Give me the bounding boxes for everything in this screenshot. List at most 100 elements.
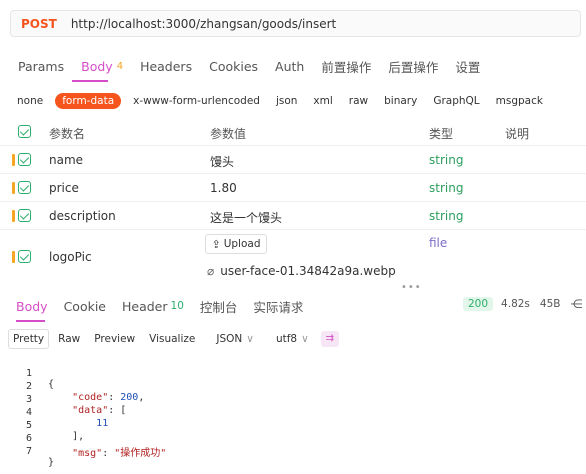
encoding-value: utf8 xyxy=(275,332,298,345)
param-value[interactable]: 馒头 xyxy=(210,153,234,170)
code-line: 7 } xyxy=(0,435,586,468)
tab-label: Cookies xyxy=(209,58,259,74)
tab-label: Headers xyxy=(140,58,193,74)
param-type[interactable]: file xyxy=(429,236,447,250)
row-checkbox[interactable] xyxy=(18,209,31,222)
body-type-none[interactable]: none xyxy=(17,95,43,107)
response-time: 4.82s xyxy=(501,298,530,310)
body-type-json[interactable]: json xyxy=(276,95,297,107)
table-row: description 这是一个馒头 string xyxy=(0,202,586,230)
tab-count-badge: 4 xyxy=(116,60,124,72)
param-value[interactable]: 这是一个馒头 xyxy=(210,209,282,226)
view-visualize[interactable]: Visualize xyxy=(146,330,198,348)
tab-label: Body xyxy=(81,58,113,74)
header-type: 类型 xyxy=(429,127,454,141)
param-type[interactable]: string xyxy=(429,181,463,195)
panel-splitter[interactable]: ••• xyxy=(401,282,422,293)
body-type-form-data[interactable]: form-data xyxy=(55,92,122,109)
code-line: 2 "code": 200, xyxy=(0,370,586,403)
json-key: "msg" xyxy=(72,448,103,459)
body-type-binary[interactable]: binary xyxy=(384,95,417,107)
res-tab-cookie[interactable]: Cookie xyxy=(64,299,106,314)
body-type-raw[interactable]: raw xyxy=(349,95,368,107)
header-value: 参数值 xyxy=(210,127,247,141)
param-key[interactable]: logoPic xyxy=(49,250,92,264)
body-type-graphql[interactable]: GraphQL xyxy=(433,95,479,107)
header-key: 参数名 xyxy=(49,127,86,141)
param-value[interactable]: 1.80 xyxy=(210,181,237,195)
chevron-down-icon: ∨ xyxy=(301,332,309,345)
url-bar[interactable]: POST http://localhost:3000/zhangsan/good… xyxy=(10,10,581,37)
table-row: name 馒头 string xyxy=(0,146,586,174)
uploaded-file[interactable]: ⌀ user-face-01.34842a9a.webp xyxy=(207,264,396,278)
tab-pre-request[interactable]: 前置操作 xyxy=(321,57,371,76)
format-select[interactable]: JSON ∨ xyxy=(216,333,254,345)
param-type[interactable]: string xyxy=(429,209,463,223)
drag-handle[interactable] xyxy=(12,251,15,263)
json-string: "操作成功" xyxy=(114,448,167,459)
param-key[interactable]: description xyxy=(49,209,116,223)
row-checkbox[interactable] xyxy=(18,181,31,194)
tab-post-request[interactable]: 后置操作 xyxy=(388,57,438,76)
tab-label: Header xyxy=(122,298,168,314)
tab-params[interactable]: Params xyxy=(18,59,64,74)
res-tab-actual-request[interactable]: 实际请求 xyxy=(253,297,303,316)
response-tab-indicator xyxy=(16,320,45,322)
row-checkbox[interactable] xyxy=(18,250,31,263)
status-badge: 200 xyxy=(463,297,494,311)
tab-cookies[interactable]: Cookies xyxy=(209,59,258,74)
tab-body[interactable]: Body 4 xyxy=(81,59,123,74)
view-raw[interactable]: Raw xyxy=(55,330,83,348)
param-key[interactable]: price xyxy=(49,181,79,195)
line-number: 7 xyxy=(25,446,32,457)
tab-label: 前置操作 xyxy=(321,59,372,75)
tab-label: Params xyxy=(18,58,65,74)
drag-handle[interactable] xyxy=(12,182,15,194)
header-desc: 说明 xyxy=(505,127,530,141)
res-tab-header[interactable]: Header 10 xyxy=(122,299,184,314)
response-size: 45B xyxy=(539,298,561,310)
response-tabs: Body Cookie Header 10 控制台 实际请求 xyxy=(16,297,319,315)
body-type-urlencoded[interactable]: x-www-form-urlencoded xyxy=(133,95,260,107)
upload-icon: ⇪ xyxy=(211,237,221,251)
chevron-down-icon: ∨ xyxy=(246,332,254,345)
drag-handle[interactable] xyxy=(12,210,15,222)
select-all-checkbox[interactable] xyxy=(18,125,31,138)
code-line: 5 ], xyxy=(0,409,586,442)
tab-auth[interactable]: Auth xyxy=(275,59,304,74)
tab-headers[interactable]: Headers xyxy=(140,59,192,74)
code-line: 3 "data": [ xyxy=(0,383,586,416)
wrap-lines-icon[interactable]: ⇉ xyxy=(320,330,339,347)
drag-handle[interactable] xyxy=(12,154,15,166)
url-input[interactable]: http://localhost:3000/zhangsan/goods/ins… xyxy=(71,17,336,31)
res-tab-console[interactable]: 控制台 xyxy=(200,297,238,316)
res-tab-body[interactable]: Body xyxy=(16,299,48,314)
upload-button[interactable]: ⇪ Upload xyxy=(205,234,267,254)
view-preview[interactable]: Preview xyxy=(91,330,138,348)
code-text: } xyxy=(48,457,55,468)
body-type-xml[interactable]: xml xyxy=(313,95,332,107)
code-line: 6 "msg": "操作成功" xyxy=(0,422,586,459)
view-mode-tabs: Pretty Raw Preview Visualize JSON ∨ utf8 ∨… xyxy=(8,328,339,349)
param-key[interactable]: name xyxy=(49,153,83,167)
code-line: 1 { xyxy=(0,357,586,390)
code-line: 4 11 xyxy=(0,396,586,429)
encoding-select[interactable]: utf8 ∨ xyxy=(276,333,309,345)
paperclip-icon: ⌀ xyxy=(207,264,215,278)
table-row: price 1.80 string xyxy=(0,174,586,202)
row-checkbox[interactable] xyxy=(18,153,31,166)
body-type-selector: none form-data x-www-form-urlencoded jso… xyxy=(17,91,559,110)
tab-label: 后置操作 xyxy=(388,59,439,75)
body-type-msgpack[interactable]: msgpack xyxy=(496,95,543,107)
upload-label: Upload xyxy=(223,238,261,250)
view-pretty[interactable]: Pretty xyxy=(8,328,50,349)
param-type[interactable]: string xyxy=(429,153,463,167)
tab-label: Auth xyxy=(275,58,305,74)
tab-settings[interactable]: 设置 xyxy=(455,57,480,76)
method-selector[interactable]: POST xyxy=(21,17,57,31)
tab-label: 设置 xyxy=(455,59,481,75)
file-name-label: user-face-01.34842a9a.webp xyxy=(220,264,396,278)
response-meta: 200 4.82s 45B ⋲ xyxy=(463,297,582,311)
active-tab-indicator xyxy=(72,80,108,82)
share-icon[interactable]: ⋲ xyxy=(570,297,582,311)
